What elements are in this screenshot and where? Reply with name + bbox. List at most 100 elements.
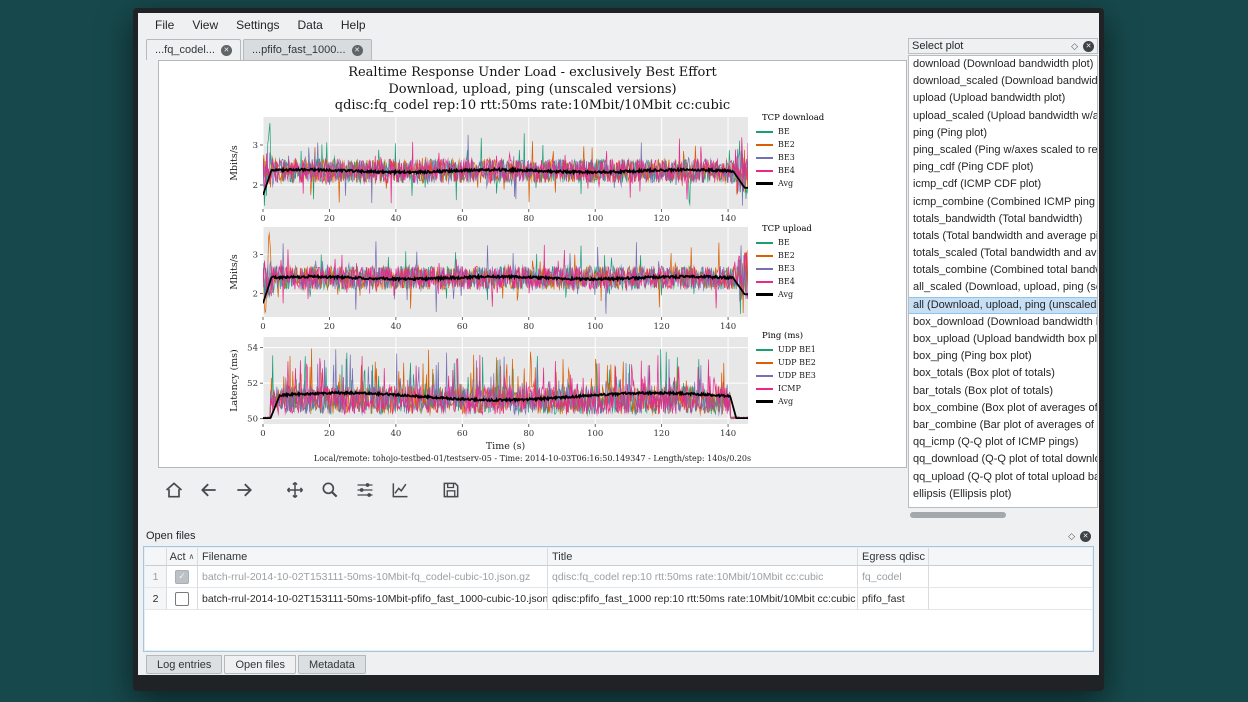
plot-list-item[interactable]: ping_cdf (Ping CDF plot) bbox=[909, 159, 1097, 176]
column-header-act[interactable]: Act∧ bbox=[167, 548, 198, 566]
legend-entry: BE4 bbox=[756, 164, 876, 177]
legend-label: BE4 bbox=[778, 277, 795, 286]
scrollbar-thumb[interactable] bbox=[910, 512, 1006, 518]
plot-list-item[interactable]: box_download (Download bandwidth box plo… bbox=[909, 314, 1097, 331]
filler-cell bbox=[929, 566, 1092, 588]
tab-label: ...fq_codel... bbox=[155, 44, 215, 56]
plot-list-item[interactable]: download_scaled (Download bandwidth w/ax… bbox=[909, 73, 1097, 90]
table-row[interactable]: 1✓batch-rrul-2014-10-02T153111-50ms-10Mb… bbox=[145, 566, 1092, 588]
plot-list-item[interactable]: upload_scaled (Upload bandwidth w/axes s… bbox=[909, 108, 1097, 125]
legend-entry: Avg bbox=[756, 395, 876, 408]
toolbar-pan-button[interactable] bbox=[281, 476, 309, 504]
open-files-table: Act∧FilenameTitleEgress qdisc1✓batch-rru… bbox=[145, 548, 1092, 610]
tab-open-files[interactable]: Open files bbox=[224, 655, 296, 674]
plot-list-item[interactable]: ping_scaled (Ping w/axes scaled to remov… bbox=[909, 142, 1097, 159]
toolbar-save-button[interactable] bbox=[437, 476, 465, 504]
zoom-icon bbox=[320, 480, 340, 500]
legend-line-swatch bbox=[756, 388, 773, 390]
menu-settings[interactable]: Settings bbox=[227, 15, 288, 35]
plot-list-item[interactable]: icmp_combine (Combined ICMP ping plot) bbox=[909, 194, 1097, 211]
filler-cell bbox=[929, 588, 1092, 610]
plot-list-item[interactable]: box_upload (Upload bandwidth box plot) bbox=[909, 331, 1097, 348]
legend-entry: BE2 bbox=[756, 138, 876, 151]
forward-icon bbox=[234, 480, 254, 500]
figure-footer: Local/remote: tohojo-testbed-01/testserv… bbox=[159, 454, 906, 463]
legend-entry: UDP BE2 bbox=[756, 356, 876, 369]
legend-label: Avg bbox=[778, 290, 793, 299]
close-icon[interactable]: ✕ bbox=[221, 45, 232, 56]
plot-list-horizontal-scrollbar[interactable] bbox=[908, 510, 1098, 520]
menu-help[interactable]: Help bbox=[332, 15, 375, 35]
tab-log-entries[interactable]: Log entries bbox=[146, 655, 222, 674]
egress-qdisc-cell: fq_codel bbox=[858, 566, 929, 588]
toolbar-home-button[interactable] bbox=[160, 476, 188, 504]
column-header-title[interactable]: Title bbox=[548, 548, 858, 566]
plot-list-item[interactable]: icmp_cdf (ICMP CDF plot) bbox=[909, 176, 1097, 193]
pan-icon bbox=[285, 480, 305, 500]
active-checkbox[interactable]: ✓ bbox=[175, 570, 189, 584]
close-icon[interactable]: ✕ bbox=[1083, 41, 1094, 52]
legend-entry: UDP BE1 bbox=[756, 343, 876, 356]
legend-line-swatch bbox=[756, 268, 773, 270]
plot-list-item[interactable]: bar_combine (Bar plot of averages of sev… bbox=[909, 417, 1097, 434]
legend-entry: BE3 bbox=[756, 151, 876, 164]
app-content: FileViewSettingsDataHelp ...fq_codel... ✕… bbox=[138, 13, 1099, 675]
plot-list-item[interactable]: qq_upload (Q-Q plot of total upload band… bbox=[909, 469, 1097, 486]
open-files-dock: Open files ◇ ✕ Act∧FilenameTitleEgress q… bbox=[140, 528, 1097, 654]
plot-list-item[interactable]: qq_download (Q-Q plot of total download … bbox=[909, 451, 1097, 468]
column-header-filename[interactable]: Filename bbox=[198, 548, 548, 566]
legend-label: ICMP bbox=[778, 384, 801, 393]
toolbar-subplots-button[interactable] bbox=[351, 476, 379, 504]
toolbar-customize-button[interactable] bbox=[386, 476, 414, 504]
active-cell bbox=[167, 588, 198, 610]
menu-file[interactable]: File bbox=[146, 15, 183, 35]
document-tab-1[interactable]: ...fq_codel... ✕ bbox=[146, 39, 241, 60]
float-icon[interactable]: ◇ bbox=[1068, 531, 1075, 542]
plot-list-item[interactable]: box_ping (Ping box plot) bbox=[909, 348, 1097, 365]
plot-list-item[interactable]: totals_bandwidth (Total bandwidth) bbox=[909, 211, 1097, 228]
plot-list-item[interactable]: download (Download bandwidth plot) bbox=[909, 56, 1097, 73]
legend-entry: BE4 bbox=[756, 275, 876, 288]
plot-list-item[interactable]: ping (Ping plot) bbox=[909, 125, 1097, 142]
toolbar-back-button[interactable] bbox=[195, 476, 223, 504]
legend-title: Ping (ms) bbox=[756, 331, 876, 341]
menu-view[interactable]: View bbox=[183, 15, 227, 35]
title-cell: qdisc:fq_codel rep:10 rtt:50ms rate:10Mb… bbox=[548, 566, 858, 588]
close-icon[interactable]: ✕ bbox=[1080, 531, 1091, 542]
plot-list-item[interactable]: all (Download, upload, ping (unscaled ve… bbox=[909, 297, 1097, 314]
plot-list-item[interactable]: totals_scaled (Total bandwidth and avera… bbox=[909, 245, 1097, 262]
subplots-icon bbox=[355, 480, 375, 500]
legend-entry: BE bbox=[756, 236, 876, 249]
document-tab-2[interactable]: ...pfifo_fast_1000...✕ bbox=[243, 39, 372, 60]
plot-pane: Realtime Response Under Load - exclusive… bbox=[158, 60, 907, 468]
plot-list-item[interactable]: upload (Upload bandwidth plot) bbox=[909, 90, 1097, 107]
active-checkbox[interactable] bbox=[175, 592, 189, 606]
menu-data[interactable]: Data bbox=[289, 15, 332, 35]
legend-line-swatch bbox=[756, 170, 773, 172]
plot-list-item[interactable]: qq_icmp (Q-Q plot of ICMP pings) bbox=[909, 434, 1097, 451]
row-number-header bbox=[145, 548, 167, 566]
column-header-egress-qdisc[interactable]: Egress qdisc bbox=[858, 548, 929, 566]
filename-cell: batch-rrul-2014-10-02T153111-50ms-10Mbit… bbox=[198, 566, 548, 588]
legend-label: BE bbox=[778, 238, 790, 247]
plot-list-item[interactable]: totals (Total bandwidth and average ping… bbox=[909, 228, 1097, 245]
customize-icon bbox=[390, 480, 410, 500]
app-window: FileViewSettingsDataHelp ...fq_codel... ✕… bbox=[133, 8, 1104, 691]
float-icon[interactable]: ◇ bbox=[1071, 41, 1078, 52]
legend-label: BE bbox=[778, 127, 790, 136]
table-row[interactable]: 2batch-rrul-2014-10-02T153111-50ms-10Mbi… bbox=[145, 588, 1092, 610]
toolbar-forward-button[interactable] bbox=[230, 476, 258, 504]
toolbar-zoom-button[interactable] bbox=[316, 476, 344, 504]
save-icon bbox=[441, 480, 461, 500]
plot-list-item[interactable]: box_totals (Box plot of totals) bbox=[909, 365, 1097, 382]
figure-title-line1: Realtime Response Under Load - exclusive… bbox=[159, 65, 906, 82]
plot-list-item[interactable]: ellipsis (Ellipsis plot) bbox=[909, 486, 1097, 503]
legend-label: BE2 bbox=[778, 140, 795, 149]
plot-list-item[interactable]: box_combine (Box plot of averages of sev… bbox=[909, 400, 1097, 417]
plot-list-item[interactable]: totals_combine (Combined total bandwidth… bbox=[909, 262, 1097, 279]
close-icon[interactable]: ✕ bbox=[352, 45, 363, 56]
plot-list-item[interactable]: all_scaled (Download, upload, ping (scal… bbox=[909, 279, 1097, 296]
plot-list-item[interactable]: bar_totals (Box plot of totals) bbox=[909, 383, 1097, 400]
tab-metadata[interactable]: Metadata bbox=[298, 655, 366, 674]
legend-3: Ping (ms)UDP BE1UDP BE2UDP BE3ICMPAvg bbox=[756, 331, 876, 408]
